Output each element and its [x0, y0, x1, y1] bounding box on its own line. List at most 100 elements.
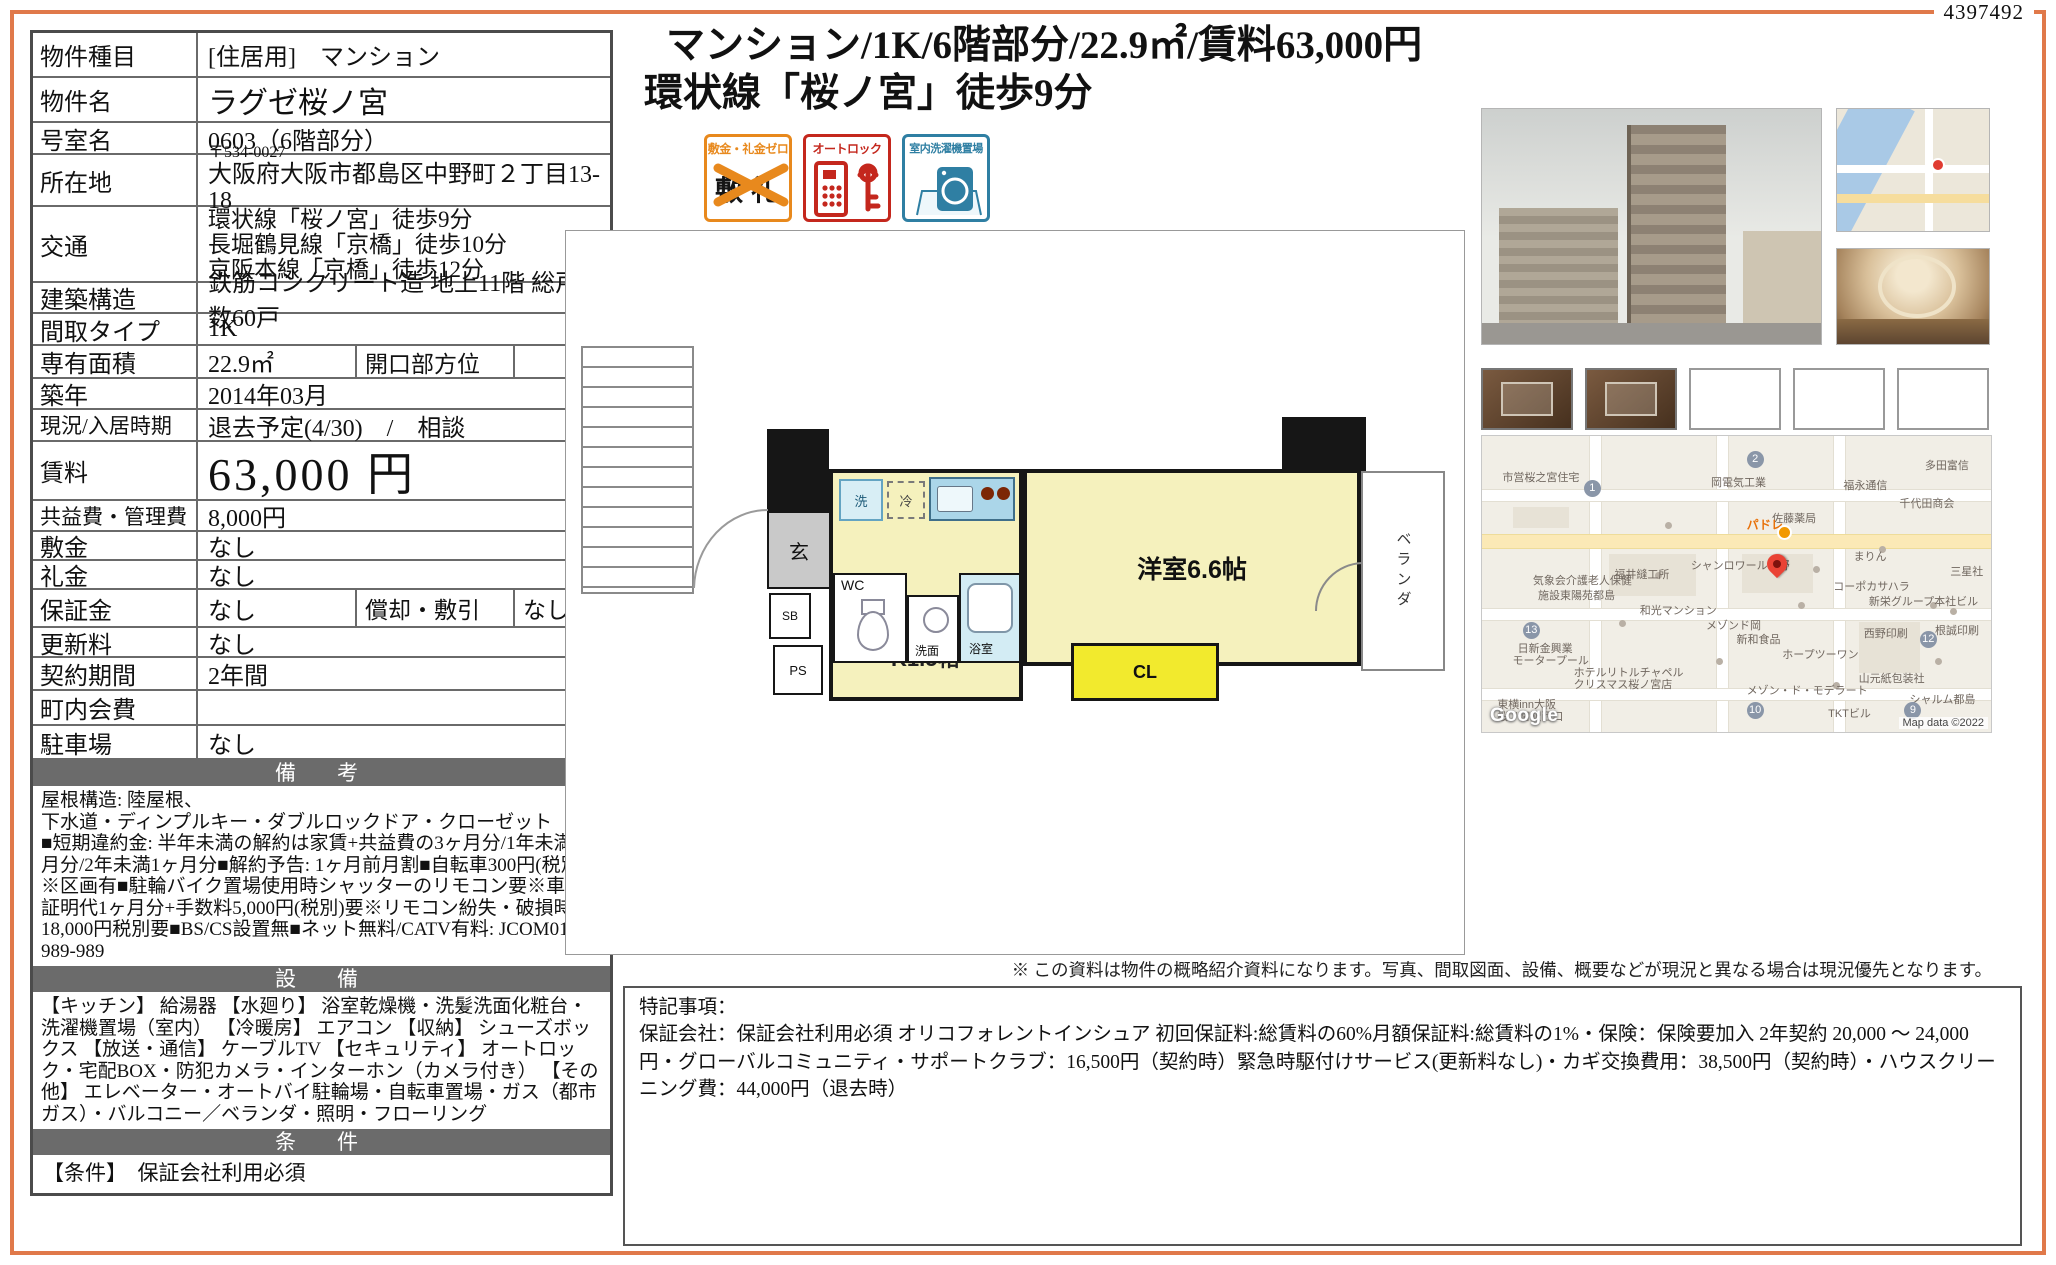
map-label: 山元紙包装社 — [1859, 670, 1925, 686]
table-row-contract-period: 契約期間 2年間 — [33, 658, 610, 691]
table-row-room-number: 号室名 0603（6階部分） — [33, 123, 610, 155]
row-label: 更新料 — [33, 628, 198, 656]
map-label: 新和食品 — [1737, 631, 1781, 647]
remarks-line: 屋根構造: 陸屋根、 — [41, 790, 602, 812]
sub-label: 償却・敷引 — [355, 590, 515, 626]
washstand-label: 洗面 — [915, 642, 939, 659]
table-row-floor-area: 専有面積 22.9㎡ 開口部方位 — [33, 346, 610, 379]
map-label: 気象会介護老人保健 — [1533, 572, 1632, 588]
row-label: 共益費・管理費 — [33, 501, 198, 530]
building-exterior-photo — [1481, 108, 1822, 345]
row-value: 1K — [198, 314, 610, 344]
row-label: 敷金 — [33, 532, 198, 559]
remarks-text: 屋根構造: 陸屋根、 下水道・ディンプルキー・ダブルロックドア・クローゼット ■… — [33, 786, 610, 966]
map-marker-number: 12 — [1920, 631, 1937, 648]
special-notes-box: 特記事項： 保証会社：保証会社利用必須 オリコフォレントインシュア 初回保証料:… — [623, 986, 2022, 1246]
map-label: 福永通信 — [1843, 477, 1887, 493]
postal-code: 〒534-0027 — [208, 145, 285, 162]
row-value: ラグゼ桜ノ宮 — [198, 78, 610, 121]
special-notes-title: 特記事項： — [639, 994, 2006, 1021]
map-label: 三星社 — [1950, 563, 1983, 579]
sub-label: 開口部方位 — [355, 346, 515, 377]
entry-door-arc — [692, 508, 770, 590]
map-road-main — [1482, 534, 1991, 549]
table-row-property-name: 物件名 ラグゼ桜ノ宮 — [33, 78, 610, 123]
photo-road — [1482, 323, 1821, 344]
thumbnail-photo — [1481, 368, 1573, 430]
thumbnail-empty — [1897, 368, 1989, 430]
property-detail-table: 物件種目 [住居用] マンション 物件名 ラグゼ桜ノ宮 号室名 0603（6階部… — [30, 30, 613, 1196]
bath-label: 浴室 — [969, 640, 993, 657]
row-value: [住居用] マンション — [198, 33, 610, 76]
table-row-parking: 駐車場 なし — [33, 726, 610, 760]
map-label: メゾン・ド・モデラート — [1747, 682, 1868, 698]
row-value: 鉄筋コンクリート造 地上11階 総戸数60戸 — [198, 283, 610, 312]
map-poi-dot — [1813, 566, 1820, 573]
balcony-label: ベランダ — [1393, 531, 1414, 611]
pipe-space-label: PS — [789, 663, 806, 678]
entrance-area: 玄 — [767, 511, 831, 589]
conditions-text: 【条件】 保証会社利用必須 — [33, 1155, 610, 1193]
equipment-text: 【キッチン】 給湯器 【水廻り】 浴室乾燥機・洗髪洗面化粧台・洗濯機置場（室内）… — [33, 992, 610, 1129]
thumbnail-photo — [1585, 368, 1677, 430]
row-value: なし — [198, 532, 610, 559]
balcony-door-arc — [1314, 561, 1364, 613]
washing-machine-icon — [909, 161, 983, 215]
document-number: 4397492 — [1934, 0, 2035, 25]
pipe-space: PS — [773, 645, 823, 695]
row-label: 現況/入居時期 — [33, 410, 198, 440]
map-label: TKTビル — [1828, 705, 1871, 721]
thumbnail-empty — [1793, 368, 1885, 430]
row-label: 間取タイプ — [33, 314, 198, 344]
section-header-equipment: 設 備 — [33, 966, 610, 992]
table-row-guarantee-money: 保証金 なし 償却・敷引 なし — [33, 590, 610, 628]
stairwell-hatch — [581, 346, 694, 594]
map-block — [1513, 507, 1569, 528]
access-line: 長堀鶴見線「京橋」徒歩10分 — [208, 232, 507, 257]
row-label: 礼金 — [33, 561, 198, 588]
closet: CL — [1071, 643, 1219, 701]
badge-label: オートロック — [806, 140, 888, 157]
table-row-common-fee: 共益費・管理費 8,000円 — [33, 501, 610, 532]
table-row-rent: 賃料 63,000 円 — [33, 442, 610, 501]
washer-label: 洗 — [854, 491, 867, 510]
kitchen-counter — [929, 477, 1015, 521]
badge-no-deposit: 敷金・礼金ゼロ 敷礼 — [704, 134, 792, 222]
section-header-conditions: 条 件 — [33, 1129, 610, 1155]
map-label: まりん — [1854, 548, 1887, 564]
photo-entrance-arch — [1878, 255, 1956, 318]
row-label: 保証金 — [33, 590, 198, 626]
western-room: 洋室6.6帖 — [1023, 469, 1361, 666]
map-poi-dot — [1619, 620, 1626, 627]
photo-building-main — [1631, 125, 1726, 322]
bathtub — [967, 583, 1013, 633]
access-line: 環状線「桜ノ宮」徒歩9分 — [208, 207, 473, 232]
map-marker-number: 2 — [1747, 451, 1764, 468]
feature-badges: 敷金・礼金ゼロ 敷礼 オートロック — [704, 134, 990, 222]
row-value: 8,000円 — [198, 501, 610, 530]
map-label: シャルム都島 — [1910, 691, 1976, 707]
row-label: 賃料 — [33, 442, 198, 499]
row-label: 物件名 — [33, 78, 198, 121]
map-label: 根誠印刷 — [1935, 622, 1979, 638]
row-label: 建築構造 — [33, 283, 198, 312]
map-label: 新栄グループ本社ビル — [1869, 593, 1978, 609]
table-row-renewal-fee: 更新料 なし — [33, 628, 610, 658]
photo-entrance-floor — [1837, 319, 1989, 344]
map-marker-number: 13 — [1523, 622, 1540, 639]
washstand-room: 洗面 — [907, 595, 959, 663]
photo-building-right — [1743, 231, 1821, 323]
balcony: ベランダ — [1361, 471, 1445, 671]
map-label: 和光マンション — [1640, 602, 1717, 618]
row-label: 駐車場 — [33, 726, 198, 758]
row-label: 築年 — [33, 379, 198, 408]
toilet-bowl — [857, 611, 889, 651]
fridge-label: 冷 — [899, 491, 912, 510]
map-thumb-road — [1837, 194, 1989, 203]
row-label: 号室名 — [33, 123, 198, 153]
row-value: なし — [198, 628, 610, 656]
table-row-deposit: 敷金 なし — [33, 532, 610, 561]
row-value: なし — [198, 590, 355, 626]
table-row-town-fee: 町内会費 — [33, 691, 610, 726]
row-value: 2年間 — [198, 658, 610, 689]
